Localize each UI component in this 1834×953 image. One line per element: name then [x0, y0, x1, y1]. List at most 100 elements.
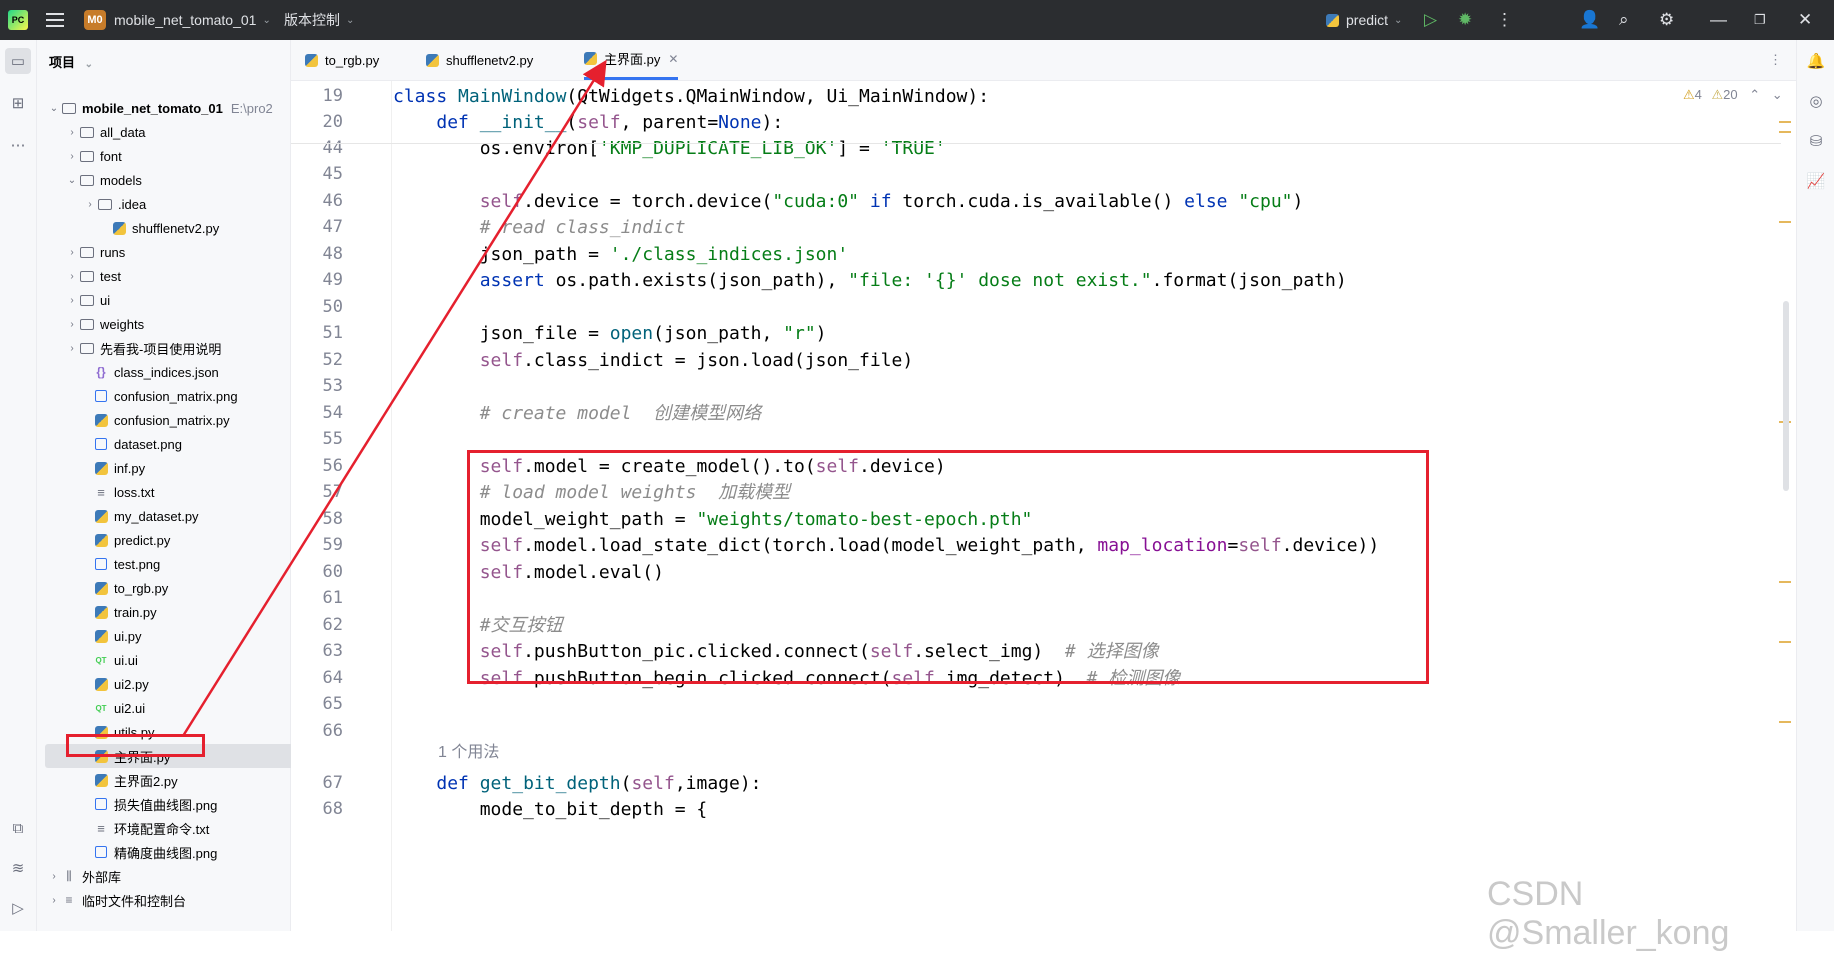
structure-tool-icon[interactable]: ⊞ — [5, 90, 31, 116]
tree-item[interactable]: 精确度曲线图.png — [37, 840, 322, 864]
chevron-right-icon[interactable]: › — [47, 895, 61, 906]
tree-item[interactable]: confusion_matrix.py — [37, 408, 322, 432]
debug-icon[interactable]: ✹ — [1458, 0, 1472, 40]
code-token: def — [436, 112, 480, 133]
search-icon[interactable]: ⌕ — [1619, 0, 1629, 40]
tree-item[interactable]: {} class_indices.json — [37, 360, 322, 384]
tree-item[interactable]: test.png — [37, 552, 322, 576]
close-icon[interactable]: ✕ — [1798, 0, 1812, 40]
chevron-right-icon[interactable]: › — [65, 295, 79, 306]
usage-hint[interactable]: 1 个用法 — [438, 744, 499, 761]
warning-count: 4 — [1694, 87, 1702, 102]
chevron-down-icon[interactable]: ⌄ — [47, 103, 61, 114]
folder-icon — [79, 173, 95, 187]
scrollbar-thumb[interactable] — [1783, 301, 1789, 491]
tab-options-icon[interactable]: ⋮ — [1769, 40, 1782, 80]
pycharm-logo[interactable]: PC — [8, 0, 28, 40]
tree-item[interactable]: to_rgb.py — [37, 576, 322, 600]
project-switcher[interactable]: M0 mobile_net_tomato_01 ⌄ — [84, 0, 271, 40]
python-file-icon — [93, 461, 109, 475]
tree-item[interactable]: ui2.py — [37, 672, 322, 696]
tree-item[interactable]: confusion_matrix.png — [37, 384, 322, 408]
vcs-menu[interactable]: 版本控制 ⌄ — [284, 0, 354, 40]
highlight-box-model-code — [467, 450, 1429, 684]
code-token: './class_indices.json' — [609, 244, 849, 265]
python-file-icon — [93, 629, 109, 643]
chevron-down-icon[interactable]: ⌄ — [65, 175, 79, 186]
code-token: 'KMP_DUPLICATE_LIB_OK' — [598, 138, 838, 159]
qt-ui-file-icon: QT — [95, 703, 107, 713]
more-tools-icon[interactable]: ⋯ — [5, 132, 31, 158]
image-file-icon — [93, 389, 109, 403]
tree-item[interactable]: ⌄ models — [37, 168, 308, 192]
code-token: 'TRUE' — [880, 138, 946, 159]
project-panel-title[interactable]: 项目 ⌄ — [49, 52, 93, 71]
ai-assistant-icon[interactable]: ◎ — [1803, 88, 1829, 114]
chevron-right-icon[interactable]: › — [83, 199, 97, 210]
settings-icon[interactable]: ⚙ — [1659, 0, 1674, 40]
line-number[interactable]: 68 — [291, 794, 343, 825]
tree-item[interactable]: › test — [37, 264, 308, 288]
python-file-icon — [93, 533, 109, 547]
chevron-right-icon[interactable]: › — [65, 247, 79, 258]
tree-item[interactable]: ui.py — [37, 624, 322, 648]
inspection-widget[interactable]: ⚠4 ⚠20 ⌃ ⌄ — [1683, 87, 1783, 103]
restore-icon[interactable]: ❐ — [1754, 0, 1766, 40]
tree-item[interactable]: 主界面2.py — [37, 768, 322, 792]
tab-to-rgb[interactable]: to_rgb.py — [305, 40, 379, 80]
tab-main-window[interactable]: 主界面.py ✕ — [584, 40, 679, 80]
tree-item[interactable]: dataset.png — [37, 432, 322, 456]
chevron-up-icon[interactable]: ⌃ — [1749, 87, 1760, 102]
chevron-right-icon[interactable]: › — [65, 343, 79, 354]
tree-item[interactable]: › ui — [37, 288, 308, 312]
python-console-icon[interactable]: ⧉ — [5, 815, 31, 841]
code-token: None — [718, 112, 762, 133]
code-token: "r" — [783, 323, 816, 344]
tree-item[interactable]: my_dataset.py — [37, 504, 322, 528]
tree-item[interactable]: › font — [37, 144, 308, 168]
run-config-selector[interactable]: predict ⌄ — [1326, 0, 1402, 40]
tab-label: to_rgb.py — [325, 52, 380, 68]
tree-item[interactable]: 损失值曲线图.png — [37, 792, 322, 816]
tree-item[interactable]: inf.py — [37, 456, 322, 480]
close-icon[interactable]: ✕ — [668, 52, 678, 66]
image-file-icon — [93, 845, 109, 859]
tree-item[interactable]: QT ui.ui — [37, 648, 322, 672]
database-icon[interactable]: ⛁ — [1803, 128, 1829, 154]
chevron-right-icon[interactable]: › — [65, 271, 79, 282]
tree-item[interactable]: › 先看我-项目使用说明 — [37, 336, 308, 360]
tree-item[interactable]: ≡ loss.txt — [37, 480, 322, 504]
tree-item[interactable]: › ≡ 临时文件和控制台 — [37, 888, 290, 912]
tree-item[interactable]: › .idea — [37, 192, 326, 216]
tree-item[interactable]: › runs — [37, 240, 308, 264]
sciview-icon[interactable]: 📈 — [1803, 168, 1829, 194]
tree-item-label: models — [100, 172, 142, 188]
tree-item[interactable]: ≡ 环境配置命令.txt — [37, 816, 322, 840]
more-icon[interactable]: ⋮ — [1496, 0, 1513, 40]
add-user-icon[interactable]: 👤 — [1579, 0, 1600, 40]
tree-item[interactable]: ⌄ mobile_net_tomato_01 E:\pro2 — [37, 96, 290, 120]
notifications-icon[interactable]: 🔔 — [1803, 48, 1829, 74]
chevron-right-icon[interactable]: › — [47, 871, 61, 882]
watermark: CSDN @Smaller_kong — [1487, 875, 1730, 952]
project-tool-icon[interactable]: ▭ — [5, 48, 31, 74]
chevron-right-icon[interactable]: › — [65, 319, 79, 330]
chevron-right-icon[interactable]: › — [65, 151, 79, 162]
tree-item[interactable]: › weights — [37, 312, 308, 336]
layers-icon[interactable]: ≋ — [5, 855, 31, 881]
minimize-icon[interactable]: — — [1710, 0, 1727, 40]
title-bar: PC M0 mobile_net_tomato_01 ⌄ 版本控制 ⌄ pred… — [0, 0, 1834, 40]
tab-shufflenetv2[interactable]: shufflenetv2.py — [426, 40, 533, 80]
tree-item[interactable]: › all_data — [37, 120, 308, 144]
chevron-right-icon[interactable]: › — [65, 127, 79, 138]
tree-item[interactable]: train.py — [37, 600, 322, 624]
tree-item[interactable]: › ⫼ 外部库 — [37, 864, 290, 888]
tree-item[interactable]: QT ui2.ui — [37, 696, 322, 720]
python-icon — [584, 52, 597, 65]
chevron-down-icon[interactable]: ⌄ — [1772, 87, 1783, 102]
code-token: "file: '{}' dose not exist." — [848, 270, 1152, 291]
main-menu-button[interactable] — [46, 0, 64, 40]
services-icon[interactable]: ▷ — [5, 895, 31, 921]
tree-item[interactable]: predict.py — [37, 528, 322, 552]
run-icon[interactable]: ▷ — [1424, 0, 1437, 40]
